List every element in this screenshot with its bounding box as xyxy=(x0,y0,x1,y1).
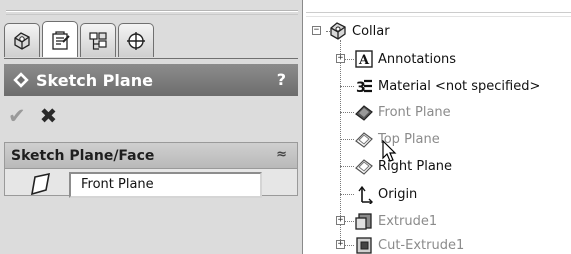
plane-face-icon xyxy=(31,173,51,195)
extrude1-expander[interactable]: + xyxy=(336,216,345,225)
annotations-icon: A xyxy=(355,50,373,68)
root-expander[interactable]: − xyxy=(312,26,321,35)
tree-connector xyxy=(340,86,354,87)
tree-item-label: Annotations xyxy=(378,51,457,67)
tree-divider xyxy=(306,12,571,13)
configuration-manager-icon xyxy=(89,31,107,50)
tree-item-label: Origin xyxy=(378,186,418,202)
ok-cancel-bar: ✔ ✖ xyxy=(8,104,57,128)
sketch-plane-selection-field[interactable]: Front Plane xyxy=(69,172,262,198)
svg-text:3: 3 xyxy=(356,80,366,96)
extrude-icon xyxy=(355,213,372,230)
tree-item-label: Front Plane xyxy=(378,104,451,120)
property-manager-icon xyxy=(52,30,70,50)
material-icon: 3 xyxy=(356,79,372,96)
plane-icon xyxy=(355,132,373,148)
collapse-chevron-icon[interactable]: ≈ xyxy=(276,147,287,162)
tree-item-front-plane[interactable]: Front Plane xyxy=(354,101,451,123)
property-manager-header: Sketch Plane ? xyxy=(4,64,298,96)
tree-divider xyxy=(306,16,571,17)
tree-item-cut-extrude1[interactable]: Cut-Extrude1 xyxy=(354,234,464,254)
tree-item-right-plane[interactable]: Right Plane xyxy=(354,155,452,177)
tree-connector xyxy=(340,139,354,140)
tab-property-manager[interactable] xyxy=(42,21,78,57)
mouse-cursor-icon xyxy=(382,140,397,162)
plane-icon xyxy=(355,159,373,175)
group-title: Sketch Plane/Face xyxy=(11,147,155,164)
origin-icon xyxy=(358,185,373,204)
panel-divider xyxy=(6,10,298,12)
tree-item-label: Extrude1 xyxy=(378,213,438,229)
group-header[interactable]: Sketch Plane/Face ≈ xyxy=(5,143,297,169)
svg-text:A: A xyxy=(358,53,370,68)
tree-item-label: Material <not specified> xyxy=(378,78,541,94)
group-body: Front Plane xyxy=(5,169,297,198)
tree-item-origin[interactable]: Origin xyxy=(354,183,417,205)
plane-selected-icon xyxy=(355,105,373,121)
part-icon xyxy=(330,22,346,40)
tree-root-collar[interactable]: Collar xyxy=(328,20,390,42)
tree-connector xyxy=(340,112,354,113)
manager-tab-strip xyxy=(4,21,154,59)
tab-baseline xyxy=(4,58,298,59)
cancel-button[interactable]: ✖ xyxy=(40,104,58,128)
help-button[interactable]: ? xyxy=(277,70,286,89)
ok-button[interactable]: ✔ xyxy=(8,104,26,128)
sketch-plane-icon xyxy=(13,72,29,88)
sketch-plane-face-group: Sketch Plane/Face ≈ Front Plane xyxy=(4,142,298,198)
dimxpert-manager-icon xyxy=(127,31,145,50)
tree-item-extrude1[interactable]: Extrude1 xyxy=(354,210,437,232)
feature-manager-icon xyxy=(14,31,30,50)
tree-item-label: Cut-Extrude1 xyxy=(378,237,465,253)
panel-divider xyxy=(6,14,298,15)
property-manager-panel: Sketch Plane ? ✔ ✖ Sketch Plane/Face ≈ F… xyxy=(0,0,303,254)
tab-configuration-manager[interactable] xyxy=(80,23,116,57)
cut-extrude-icon xyxy=(356,237,372,254)
tab-dimxpert-manager[interactable] xyxy=(118,23,154,57)
annotations-expander[interactable]: + xyxy=(336,54,345,63)
tab-feature-manager[interactable] xyxy=(4,23,40,57)
feature-manager-tree: − + + + Collar A Annotations 3 Material … xyxy=(306,0,571,254)
tree-item-annotations[interactable]: A Annotations xyxy=(354,48,456,70)
cut-extrude1-expander[interactable]: + xyxy=(336,240,345,249)
tree-connector xyxy=(340,166,354,167)
tree-connector xyxy=(340,194,354,195)
tree-item-material[interactable]: 3 Material <not specified> xyxy=(354,75,540,97)
tree-root-label: Collar xyxy=(352,23,390,39)
property-manager-title: Sketch Plane xyxy=(36,70,153,90)
